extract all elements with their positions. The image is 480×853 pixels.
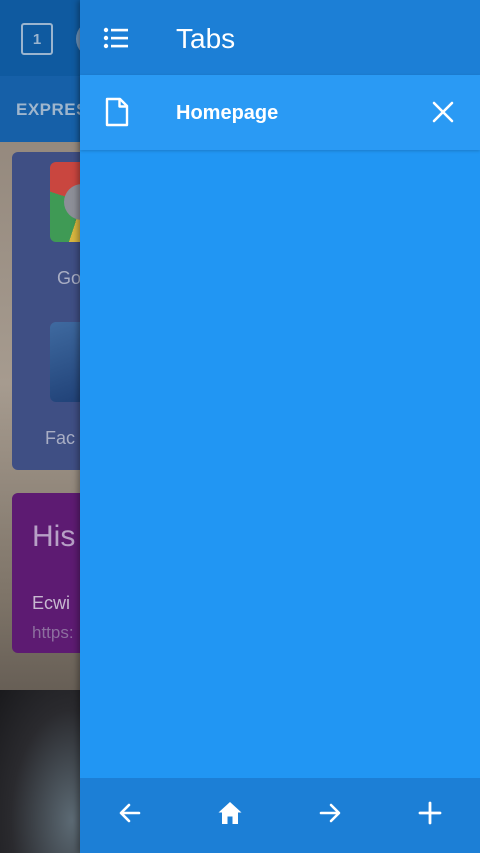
list-icon[interactable] — [100, 22, 132, 54]
document-icon — [104, 97, 130, 127]
arrow-left-icon — [117, 800, 143, 831]
tab-item[interactable]: Homepage — [80, 75, 480, 150]
drawer-header: Tabs — [80, 0, 480, 75]
tabs-drawer: Tabs Homepage — [80, 0, 480, 853]
tab-item-title: Homepage — [176, 102, 279, 124]
forward-button[interactable] — [280, 778, 380, 853]
close-icon[interactable] — [430, 99, 456, 125]
back-button[interactable] — [80, 778, 180, 853]
home-button[interactable] — [180, 778, 280, 853]
plus-icon — [417, 800, 443, 831]
arrow-right-icon — [317, 800, 343, 831]
new-tab-button[interactable] — [380, 778, 480, 853]
drawer-footer — [80, 778, 480, 853]
home-icon — [217, 800, 243, 831]
drawer-scrim[interactable] — [0, 0, 80, 853]
drawer-title: Tabs — [176, 23, 236, 54]
